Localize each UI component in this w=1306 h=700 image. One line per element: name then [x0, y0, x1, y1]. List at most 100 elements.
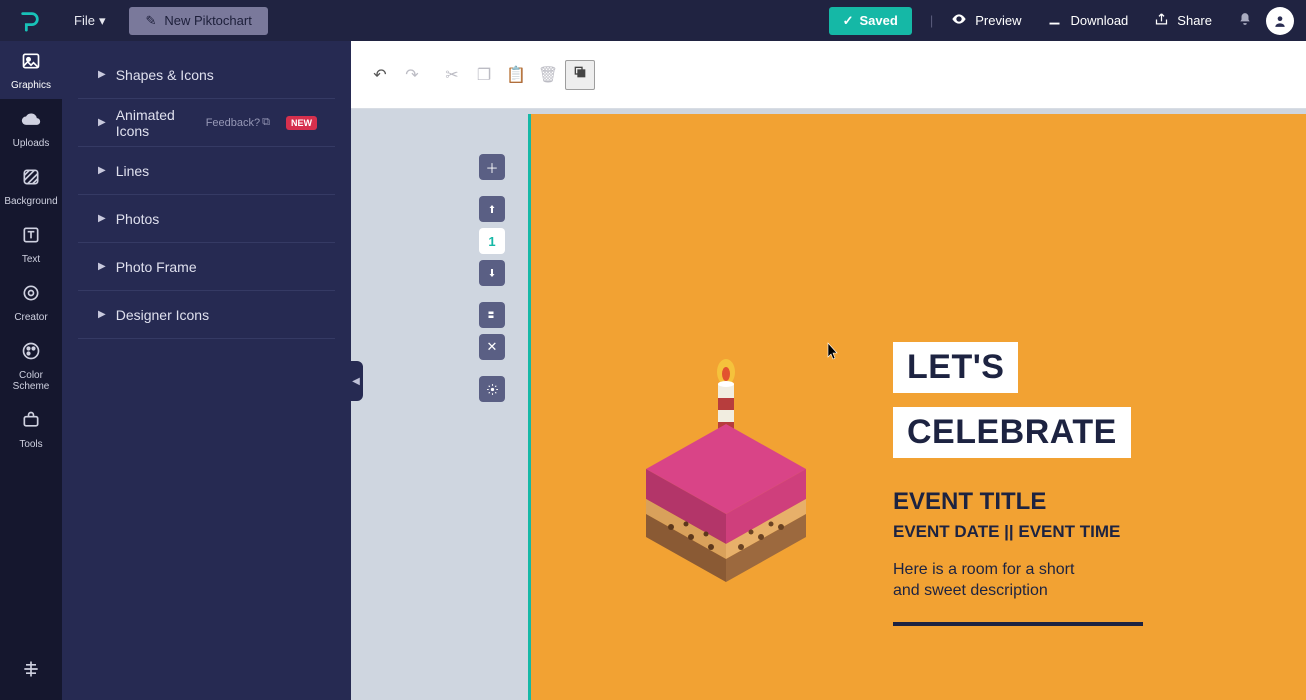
- image-icon: [21, 51, 41, 76]
- canvas-page[interactable]: LET'S CELEBRATE EVENT TITLE EVENT DATE |…: [528, 114, 1306, 700]
- rail-item-align[interactable]: [0, 649, 62, 700]
- delete-block-button[interactable]: ✕: [479, 334, 505, 360]
- file-menu[interactable]: File ▾: [60, 13, 119, 29]
- caret-right-icon: ▶: [98, 117, 106, 128]
- headline-2[interactable]: CELEBRATE: [893, 407, 1131, 458]
- app-header: File ▾ ✎ New Piktochart ✓ Saved | Previe…: [0, 0, 1306, 41]
- redo-button[interactable]: ↷: [397, 60, 427, 90]
- canvas-toolbar: ↶ ↷ ✂ ❐ 📋 🗑: [351, 41, 1306, 109]
- download-icon: [1047, 12, 1062, 30]
- caret-right-icon: ▶: [98, 309, 106, 320]
- user-avatar[interactable]: [1266, 7, 1294, 35]
- arrange-icon: [572, 64, 588, 85]
- notifications-icon[interactable]: [1238, 12, 1252, 29]
- rail-item-color-scheme[interactable]: Color Scheme: [0, 331, 62, 400]
- share-icon: [1154, 12, 1169, 30]
- rail-label: Tools: [19, 439, 42, 450]
- delete-button[interactable]: 🗑: [533, 60, 563, 90]
- download-button[interactable]: Download: [1047, 12, 1128, 30]
- caret-right-icon: ▶: [98, 213, 106, 224]
- panel-item-photos[interactable]: ▶ Photos: [78, 195, 335, 243]
- check-icon: ✓: [843, 13, 854, 29]
- panel-item-label: Photo Frame: [116, 259, 197, 275]
- caret-right-icon: ▶: [98, 261, 106, 272]
- texture-icon: [21, 167, 41, 192]
- saved-status[interactable]: ✓ Saved: [829, 7, 912, 35]
- panel-item-label: Shapes & Icons: [116, 67, 214, 83]
- headline-1[interactable]: LET'S: [893, 342, 1018, 393]
- scissors-icon: ✂: [445, 65, 458, 85]
- workspace: ↶ ↷ ✂ ❐ 📋 🗑 ＋ 1: [351, 41, 1306, 700]
- cut-button[interactable]: ✂: [437, 60, 467, 90]
- header-separator: |: [930, 13, 933, 28]
- panel-item-label: Designer Icons: [116, 307, 209, 323]
- new-piktochart-button[interactable]: ✎ New Piktochart: [129, 7, 267, 35]
- panel-item-shapes-icons[interactable]: ▶ Shapes & Icons: [78, 51, 335, 99]
- canvas-stage[interactable]: ＋ 1 ✕: [351, 109, 1306, 700]
- preview-button[interactable]: Preview: [951, 11, 1021, 30]
- external-link-icon: ⧉: [262, 116, 270, 129]
- share-button[interactable]: Share: [1154, 12, 1212, 30]
- event-meta[interactable]: EVENT DATE || EVENT TIME: [893, 522, 1143, 542]
- canvas-text-block[interactable]: LET'S CELEBRATE EVENT TITLE EVENT DATE |…: [893, 342, 1143, 626]
- toolbox-icon: [21, 410, 41, 435]
- rail-item-creator[interactable]: Creator: [0, 273, 62, 331]
- redo-icon: ↷: [405, 65, 418, 85]
- text-icon: [21, 225, 41, 250]
- rail-item-background[interactable]: Background: [0, 157, 62, 215]
- underline-bar[interactable]: [893, 622, 1143, 626]
- rail-label: Text: [22, 254, 40, 265]
- download-label: Download: [1070, 13, 1128, 28]
- add-block-button[interactable]: ＋: [479, 154, 505, 180]
- move-up-button[interactable]: [479, 196, 505, 222]
- panel-item-animated-icons[interactable]: ▶ Animated Icons Feedback? ⧉ NEW: [78, 99, 335, 147]
- rail-item-tools[interactable]: Tools: [0, 400, 62, 458]
- eye-icon: [951, 11, 967, 30]
- new-badge: NEW: [286, 116, 317, 130]
- panel-item-label: Photos: [116, 211, 160, 227]
- duplicate-block-button[interactable]: [479, 302, 505, 328]
- event-title[interactable]: EVENT TITLE: [893, 488, 1143, 516]
- rail-item-graphics[interactable]: Graphics: [0, 41, 62, 99]
- left-nav-rail: Graphics Uploads Background Text Creator: [0, 41, 62, 700]
- panel-item-lines[interactable]: ▶ Lines: [78, 147, 335, 195]
- paste-button[interactable]: 📋: [501, 60, 531, 90]
- feedback-link[interactable]: Feedback? ⧉: [206, 116, 270, 129]
- saved-label: Saved: [860, 13, 898, 28]
- page-number-indicator[interactable]: 1: [479, 228, 505, 254]
- arrange-button[interactable]: [565, 60, 595, 90]
- graphics-panel: ▶ Shapes & Icons ▶ Animated Icons Feedba…: [62, 41, 351, 700]
- panel-item-label: Animated Icons: [116, 107, 196, 139]
- chevron-down-icon: ▾: [99, 13, 106, 29]
- creator-icon: [21, 283, 41, 308]
- caret-right-icon: ▶: [98, 69, 106, 80]
- rail-label: Uploads: [13, 138, 50, 149]
- rail-item-text[interactable]: Text: [0, 215, 62, 273]
- rail-label: Color Scheme: [0, 370, 62, 392]
- new-button-label: New Piktochart: [164, 13, 251, 28]
- cake-illustration[interactable]: [631, 354, 831, 584]
- pencil-icon: ✎: [145, 13, 156, 29]
- preview-label: Preview: [975, 13, 1021, 28]
- caret-right-icon: ▶: [98, 165, 106, 176]
- rail-label: Graphics: [11, 80, 51, 91]
- clipboard-icon: 📋: [506, 65, 526, 85]
- event-description[interactable]: Here is a room for a short and sweet des…: [893, 560, 1083, 602]
- file-menu-label: File: [74, 13, 95, 28]
- rail-label: Background: [4, 196, 57, 207]
- copy-icon: ❐: [477, 65, 491, 85]
- block-settings-button[interactable]: [479, 376, 505, 402]
- trash-icon: 🗑: [538, 65, 558, 85]
- share-label: Share: [1177, 13, 1212, 28]
- panel-item-label: Lines: [116, 163, 149, 179]
- panel-item-photo-frame[interactable]: ▶ Photo Frame: [78, 243, 335, 291]
- palette-icon: [21, 341, 41, 366]
- undo-icon: ↶: [373, 65, 386, 85]
- panel-item-designer-icons[interactable]: ▶ Designer Icons: [78, 291, 335, 339]
- copy-button[interactable]: ❐: [469, 60, 499, 90]
- move-down-button[interactable]: [479, 260, 505, 286]
- rail-label: Creator: [14, 312, 47, 323]
- rail-item-uploads[interactable]: Uploads: [0, 99, 62, 157]
- align-icon: [21, 659, 41, 684]
- undo-button[interactable]: ↶: [365, 60, 395, 90]
